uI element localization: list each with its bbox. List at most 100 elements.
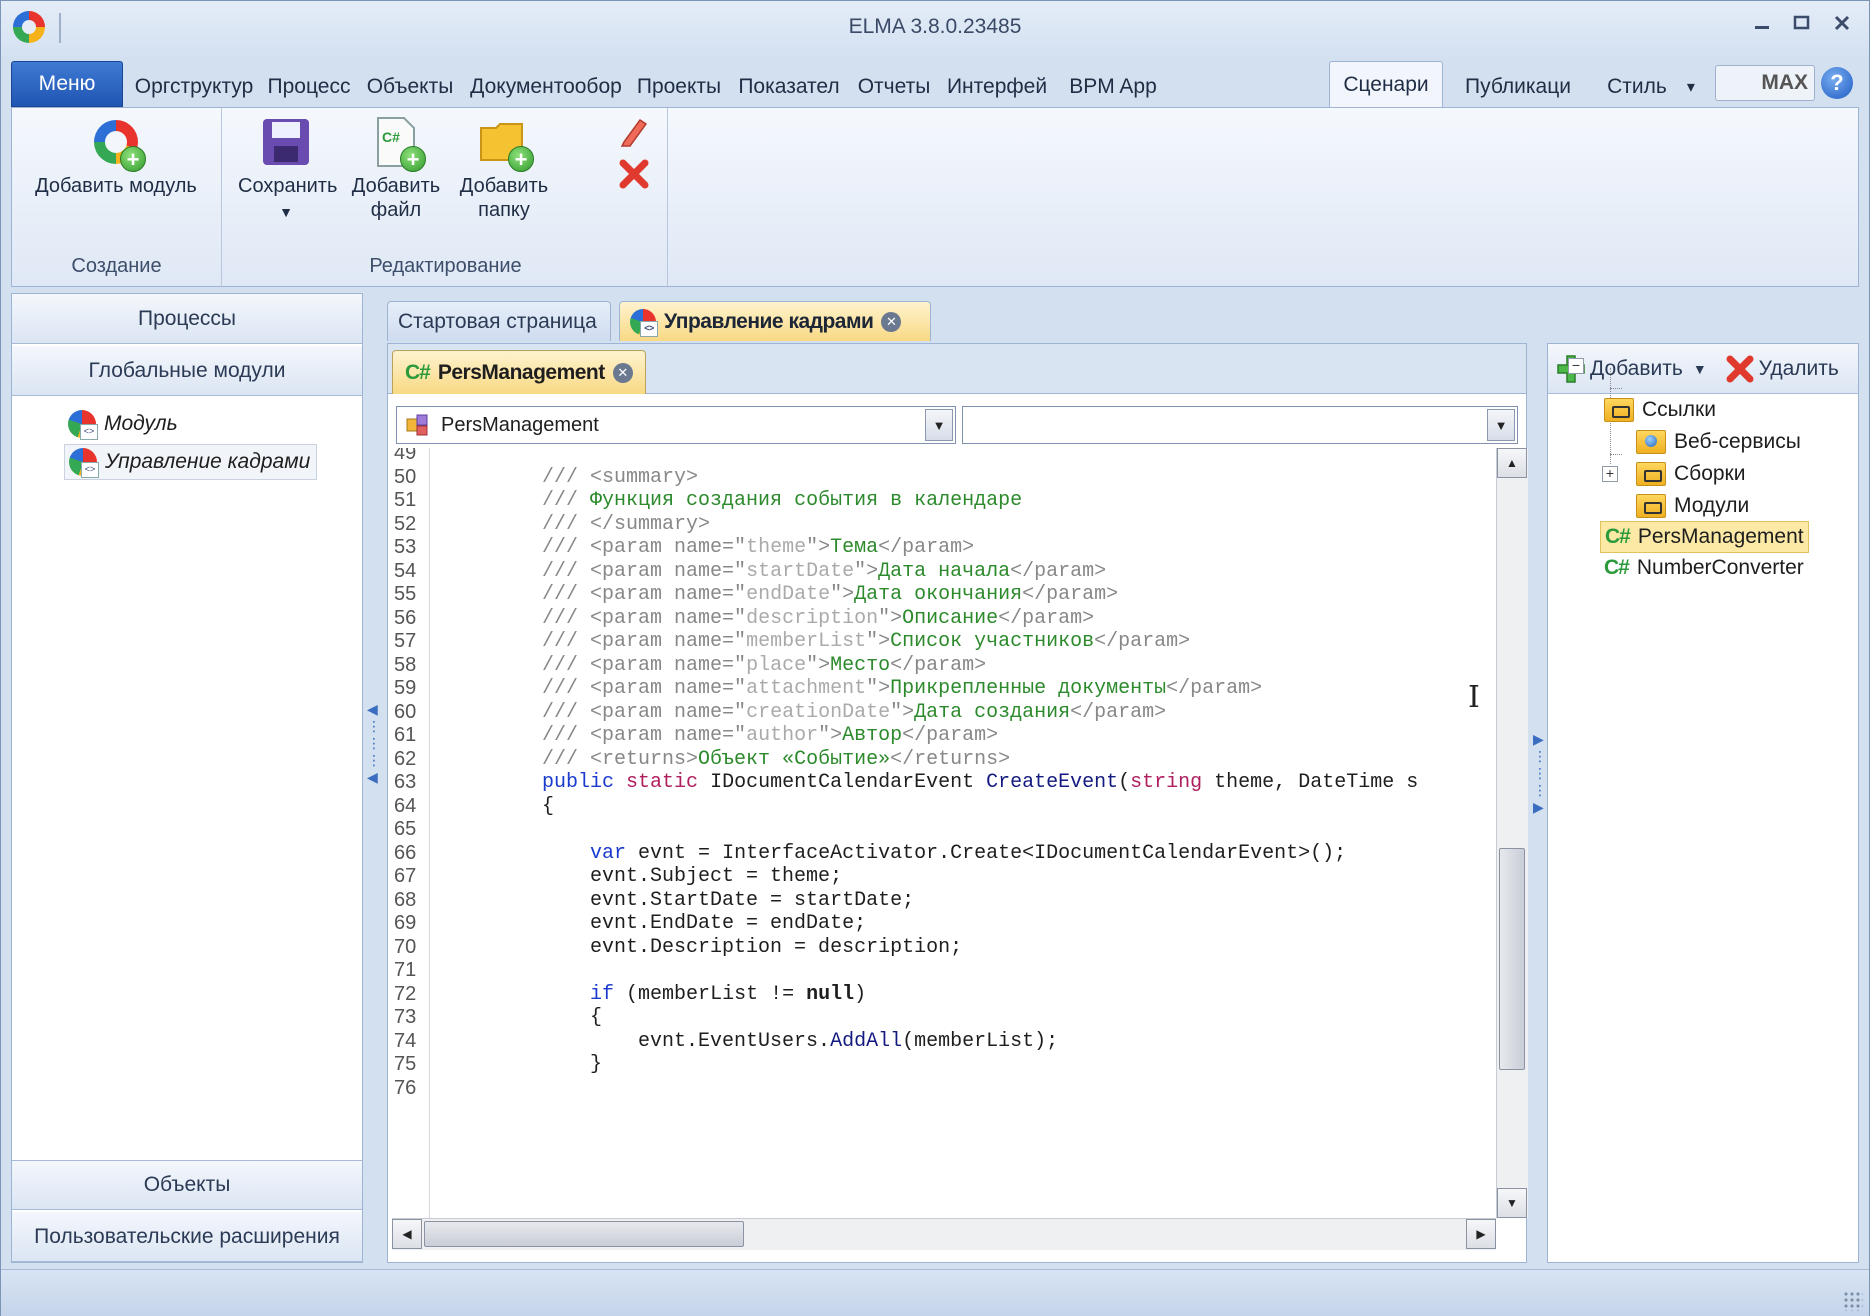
save-button[interactable]: Сохранить ▼ — [238, 116, 337, 224]
nav-header-objects[interactable]: Объекты — [12, 1160, 362, 1210]
collapse-toggle[interactable]: − — [1568, 358, 1584, 374]
tab-scenarios[interactable]: Сценари — [1329, 61, 1443, 108]
expand-toggle[interactable]: + — [1602, 466, 1618, 482]
horizontal-scrollbar[interactable]: ◀ ▶ — [392, 1218, 1496, 1250]
code-text: /// </summary> — [446, 513, 710, 537]
code-line: 57 /// <param name="memberList">Список у… — [392, 630, 1496, 654]
code-token: string — [1130, 771, 1203, 794]
line-number: 73 — [394, 1006, 417, 1028]
line-number: 64 — [394, 794, 417, 817]
edit-pencil-icon[interactable] — [618, 116, 650, 148]
code-token: /// <param name=" — [446, 700, 747, 724]
code-line: 72 if (memberList != null) — [392, 983, 1496, 1007]
help-icon[interactable]: ? — [1821, 67, 1853, 99]
code-token: Тема — [830, 536, 879, 559]
nav-header-global-modules[interactable]: Глобальные модули — [12, 346, 362, 396]
tab-document-flow[interactable]: Документообор — [463, 67, 629, 107]
tree-node-links[interactable]: Ссылки — [1604, 394, 1716, 426]
code-token: evnt.EndDate = endDate; — [446, 912, 867, 935]
delete-button[interactable]: Удалить — [1725, 354, 1839, 384]
code-token: </param> — [1070, 700, 1167, 724]
tab-style[interactable]: Стиль ▾ — [1599, 67, 1703, 107]
left-splitter-handle[interactable]: ◀ ⋮ ⋮ ⋮ ◀ — [367, 701, 381, 851]
chevron-down-icon[interactable]: ▼ — [925, 409, 953, 441]
code-token: </param> — [998, 606, 1095, 630]
tab-publications[interactable]: Публикаци — [1455, 67, 1581, 107]
code-token: startDate — [746, 559, 855, 583]
restore-button[interactable] — [1789, 11, 1815, 35]
add-file-button[interactable]: C# + Добавить файл — [344, 116, 448, 222]
resize-grip-icon[interactable] — [1843, 1291, 1863, 1311]
right-splitter-handle[interactable]: ▶ ⋮ ⋮ ⋮ ▶ — [1533, 731, 1547, 881]
add-module-label: Добавить модуль — [35, 175, 197, 197]
class-selector[interactable]: PersManagement ▼ — [396, 406, 956, 444]
menu-button[interactable]: Меню — [11, 61, 123, 107]
code-token: theme, DateTime s — [1202, 771, 1419, 794]
scroll-right-button[interactable]: ▶ — [1466, 1219, 1496, 1249]
tree-node-modules[interactable]: Модули — [1636, 490, 1749, 522]
close-window-button[interactable] — [1829, 11, 1855, 35]
tab-hr-management[interactable]: Управление кадрами ✕ — [619, 301, 931, 341]
tab-indicators[interactable]: Показател — [731, 67, 847, 107]
tab-reports[interactable]: Отчеты — [851, 67, 937, 107]
code-text: public static IDocumentCalendarEvent Cre… — [446, 771, 1418, 795]
tree-node-numberconverter[interactable]: C# NumberConverter — [1604, 552, 1804, 584]
tab-start-page[interactable]: Стартовая страница — [387, 301, 611, 341]
tree-node-web-services[interactable]: Веб-сервисы — [1636, 426, 1801, 458]
code-token: Дата создания — [914, 700, 1071, 724]
code-token: </param> — [1094, 630, 1191, 653]
close-tab-icon[interactable]: ✕ — [881, 311, 902, 332]
code-token: "> — [878, 606, 903, 630]
delete-icon — [1726, 355, 1754, 382]
delete-icon[interactable] — [618, 158, 650, 190]
tree-node-assemblies[interactable]: Сборки — [1636, 458, 1745, 490]
code-token: Место — [830, 653, 891, 677]
add-module-button[interactable]: + Добавить модуль — [20, 116, 212, 198]
horizontal-scroll-thumb[interactable] — [424, 1221, 744, 1247]
nav-header-user-extensions[interactable]: Пользовательские расширения — [12, 1212, 362, 1262]
vertical-scrollbar[interactable]: ▲ ▼ — [1496, 448, 1528, 1218]
chevron-down-icon[interactable]: ▼ — [238, 200, 334, 224]
scroll-up-button[interactable]: ▲ — [1497, 448, 1527, 478]
tab-bpm-app[interactable]: BPM App — [1061, 67, 1165, 107]
tree-connector — [1610, 388, 1622, 389]
tab-projects[interactable]: Проекты — [631, 67, 727, 107]
code-token: var — [590, 841, 627, 865]
close-icon — [1834, 15, 1850, 31]
code-token: evnt.StartDate = startDate; — [446, 888, 915, 912]
tab-process[interactable]: Процесс — [261, 67, 357, 107]
scroll-left-button[interactable]: ◀ — [392, 1219, 422, 1249]
scroll-down-button[interactable]: ▼ — [1497, 1188, 1527, 1218]
csharp-file-icon: C# — [405, 360, 431, 384]
tab-objects[interactable]: Объекты — [361, 67, 459, 107]
line-number: 55 — [394, 583, 417, 605]
add-file-icon: C# + — [370, 116, 426, 172]
line-number: 50 — [394, 465, 417, 488]
module-item-hr-management[interactable]: Управление кадрами — [64, 444, 318, 480]
nav-header-processes[interactable]: Процессы — [12, 294, 362, 344]
code-token: Прикрепленные документы — [890, 677, 1167, 700]
vertical-scroll-thumb[interactable] — [1499, 848, 1525, 1070]
code-text: /// <summary> — [446, 466, 698, 490]
close-tab-icon[interactable]: ✕ — [612, 362, 633, 383]
module-item-modul[interactable]: Модуль — [64, 406, 184, 442]
tab-orgstructure[interactable]: Оргструктур — [131, 67, 257, 107]
code-text-area[interactable]: 49 50 /// <summary> 51 /// Функция создани… — [392, 448, 1496, 1218]
line-number: 54 — [394, 559, 417, 582]
class-selector-value: PersManagement — [441, 413, 599, 436]
chevron-down-icon[interactable]: ▼ — [1693, 361, 1707, 377]
add-folder-button[interactable]: + Добавить папку — [456, 116, 552, 222]
code-token: AddAll — [830, 1029, 903, 1053]
code-line: 66 var evnt = InterfaceActivator.Create<… — [392, 842, 1496, 866]
tree-node-persmanagement[interactable]: C# PersManagement — [1600, 521, 1809, 553]
member-selector[interactable]: ▼ — [962, 406, 1518, 444]
max-toggle[interactable]: MAX — [1715, 65, 1815, 101]
file-tab-persmanagement[interactable]: C# PersManagement ✕ — [392, 350, 646, 394]
tab-interface[interactable]: Интерфей — [941, 67, 1053, 107]
chevron-down-icon[interactable]: ▼ — [1487, 409, 1515, 441]
code-line: 73 { — [392, 1006, 1496, 1030]
file-tab-label: PersManagement — [437, 360, 605, 384]
minimize-button[interactable] — [1749, 11, 1775, 35]
